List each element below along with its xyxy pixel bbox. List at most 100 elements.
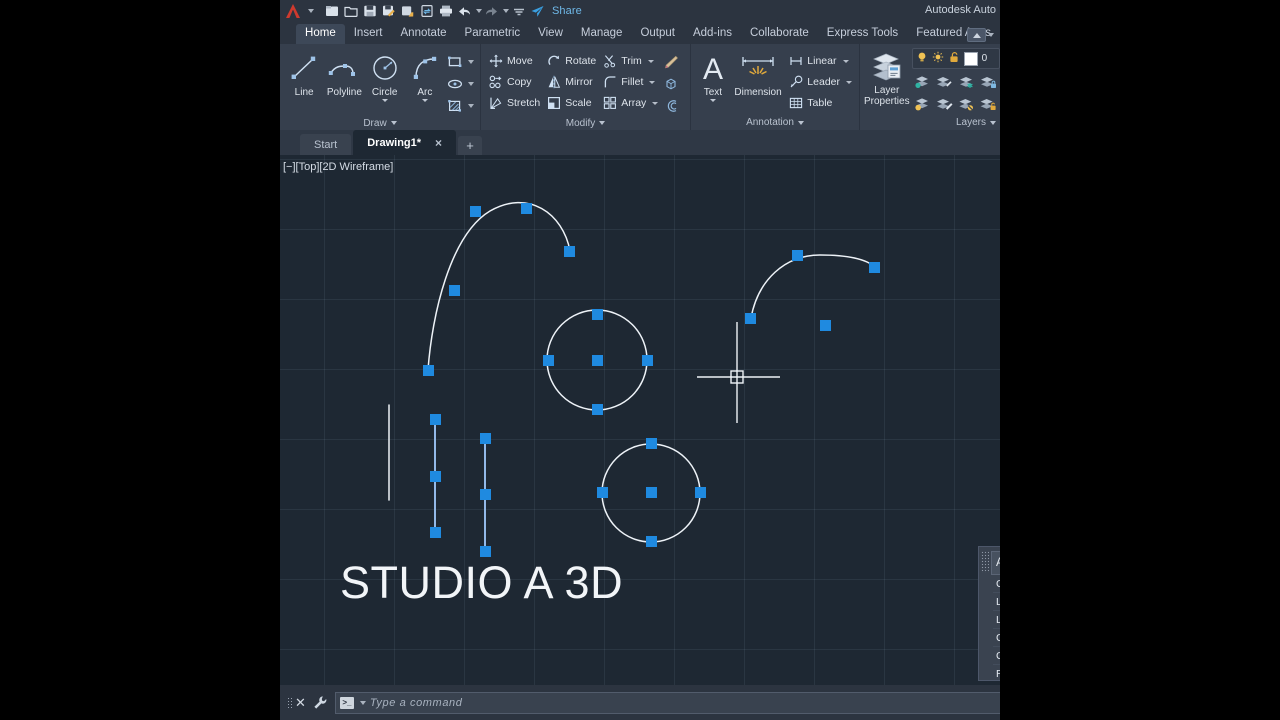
new-document-tab-button[interactable]: +	[458, 136, 483, 155]
share-label[interactable]: Share	[552, 5, 582, 17]
ribbon-tab-home[interactable]: Home	[296, 24, 345, 44]
new-file-icon[interactable]	[322, 0, 341, 22]
tool-dimension[interactable]: Dimension	[731, 47, 786, 98]
layer-on-icon[interactable]	[912, 93, 934, 115]
document-tab-start[interactable]: Start	[300, 134, 352, 155]
tool-trim[interactable]: Trim	[599, 51, 661, 71]
layer-color-swatch[interactable]	[963, 51, 978, 66]
modify-panel-expand-caret[interactable]	[599, 121, 606, 125]
tool-array[interactable]: Array	[599, 93, 661, 113]
tool-offset[interactable]	[663, 96, 679, 116]
tool-ellipse[interactable]	[447, 74, 474, 94]
close-icon[interactable]: ×	[435, 136, 442, 150]
ribbon-tab-collaborate[interactable]: Collaborate	[741, 24, 818, 44]
autodesk-a-logo[interactable]	[280, 0, 306, 22]
drawing-canvas[interactable]: [−][Top][2D Wireframe] STUDIO A 3D	[280, 155, 1000, 685]
draw-panel-expand-caret[interactable]	[390, 121, 397, 125]
tool-table[interactable]: Table	[785, 93, 855, 113]
sun-icon[interactable]	[932, 50, 944, 68]
property-row-radius[interactable]: Radius 62.3894	[993, 665, 1000, 682]
ribbon-tab-output[interactable]: Output	[631, 24, 684, 44]
command-input-wrapper[interactable]: >_ Type a command	[334, 691, 1000, 714]
layer-unlock-icon[interactable]	[978, 93, 1000, 115]
current-layer-control[interactable]: 0	[911, 48, 1000, 69]
annotation-panel-expand-caret[interactable]	[797, 120, 804, 125]
sync-icon[interactable]	[417, 0, 436, 22]
command-history-caret[interactable]	[359, 700, 366, 705]
properties-object-selector[interactable]: Arc (1)	[991, 551, 1000, 575]
close-icon[interactable]: ✕	[295, 695, 306, 711]
tool-arc-dropdown[interactable]	[421, 99, 428, 102]
ribbon-tab-annotate[interactable]: Annotate	[392, 24, 456, 44]
unlock-icon[interactable]	[948, 50, 960, 68]
property-row-center-y[interactable]: Center Y 1714.6316	[993, 647, 1000, 665]
property-row-center-x[interactable]: Center X 999.6445	[993, 629, 1000, 647]
tool-scale[interactable]: Scale	[543, 93, 599, 113]
rectangle-dropdown-caret[interactable]	[468, 60, 474, 64]
layer-isolate-icon[interactable]	[912, 71, 934, 93]
layer-off-icon[interactable]	[956, 93, 978, 115]
tool-line[interactable]: Line	[284, 47, 324, 98]
ribbon-display-options[interactable]	[967, 28, 994, 42]
tool-array-dropdown[interactable]	[652, 101, 659, 105]
ribbon-tab-manage[interactable]: Manage	[572, 24, 632, 44]
ellipse-dropdown-caret[interactable]	[468, 82, 474, 86]
tool-text[interactable]: A Text	[695, 47, 731, 102]
print-icon[interactable]	[436, 0, 455, 22]
tool-circle-dropdown[interactable]	[381, 99, 388, 102]
tool-linear-dropdown[interactable]	[842, 59, 849, 63]
save-icon[interactable]	[360, 0, 379, 22]
undo-icon[interactable]	[455, 0, 474, 22]
save-as-icon[interactable]	[379, 0, 398, 22]
tool-leader[interactable]: Leader	[785, 72, 855, 92]
layers-panel-expand-caret[interactable]	[990, 120, 996, 125]
tool-copy[interactable]: Copy	[485, 72, 543, 92]
tool-arc[interactable]: Arc	[405, 47, 445, 102]
ribbon-state-icon[interactable]	[967, 28, 986, 42]
tool-rotate[interactable]: Rotate	[543, 51, 599, 71]
property-row-linetype[interactable]: Linetype ByLayer	[993, 611, 1000, 629]
layers-panel-title[interactable]: Layers	[860, 115, 1000, 130]
tool-move[interactable]: Move	[485, 51, 543, 71]
tool-trim-dropdown[interactable]	[647, 59, 654, 63]
tool-fillet[interactable]: Fillet	[599, 72, 661, 92]
property-row-color[interactable]: Color ByLayer	[993, 575, 1000, 593]
command-input-placeholder[interactable]: Type a command	[370, 697, 463, 709]
document-tab-drawing1[interactable]: Drawing1* ×	[353, 130, 457, 155]
modify-panel-title[interactable]: Modify	[481, 116, 690, 130]
tool-text-dropdown[interactable]	[709, 99, 716, 102]
command-line-grip[interactable]	[287, 696, 292, 709]
share-plane-icon[interactable]	[528, 0, 547, 22]
tool-leader-dropdown[interactable]	[846, 80, 852, 84]
tool-polyline[interactable]: Polyline	[324, 47, 364, 98]
property-row-layer[interactable]: Layer 0	[993, 593, 1000, 611]
ribbon-state-caret[interactable]	[988, 33, 994, 37]
qat-dropdown-caret[interactable]	[308, 9, 314, 13]
ribbon-tab-parametric[interactable]: Parametric	[456, 24, 530, 44]
properties-palette[interactable]: Arc (1) CUI ✕ ✷ Color ByLayer Layer 0 Li…	[978, 546, 1000, 681]
customize-icon[interactable]	[509, 0, 528, 22]
lightbulb-on-icon[interactable]	[916, 50, 928, 68]
tool-hatch[interactable]	[447, 96, 474, 116]
tool-circle[interactable]: Circle	[365, 47, 405, 102]
open-file-icon[interactable]	[341, 0, 360, 22]
layer-freeze-icon[interactable]	[956, 71, 978, 93]
layer-match-icon[interactable]	[934, 93, 956, 115]
ribbon-tab-insert[interactable]: Insert	[345, 24, 392, 44]
tool-erase[interactable]	[663, 52, 679, 72]
export-icon[interactable]	[398, 0, 417, 22]
palette-grip[interactable]	[979, 547, 991, 680]
tool-layer-properties[interactable]: Layer Properties	[864, 45, 910, 107]
annotation-panel-title[interactable]: Annotation	[691, 115, 859, 130]
ribbon-tab-view[interactable]: View	[529, 24, 572, 44]
layer-lock-icon[interactable]	[978, 71, 1000, 93]
tool-explode[interactable]	[663, 74, 679, 94]
redo-icon[interactable]	[482, 0, 501, 22]
ribbon-tab-express-tools[interactable]: Express Tools	[818, 24, 907, 44]
tool-stretch[interactable]: Stretch	[485, 93, 543, 113]
tool-rectangle[interactable]	[447, 52, 474, 72]
ribbon-tab-add-ins[interactable]: Add-ins	[684, 24, 741, 44]
draw-panel-title[interactable]: Draw	[280, 116, 480, 130]
wrench-icon[interactable]	[313, 695, 329, 710]
tool-fillet-dropdown[interactable]	[649, 80, 656, 84]
